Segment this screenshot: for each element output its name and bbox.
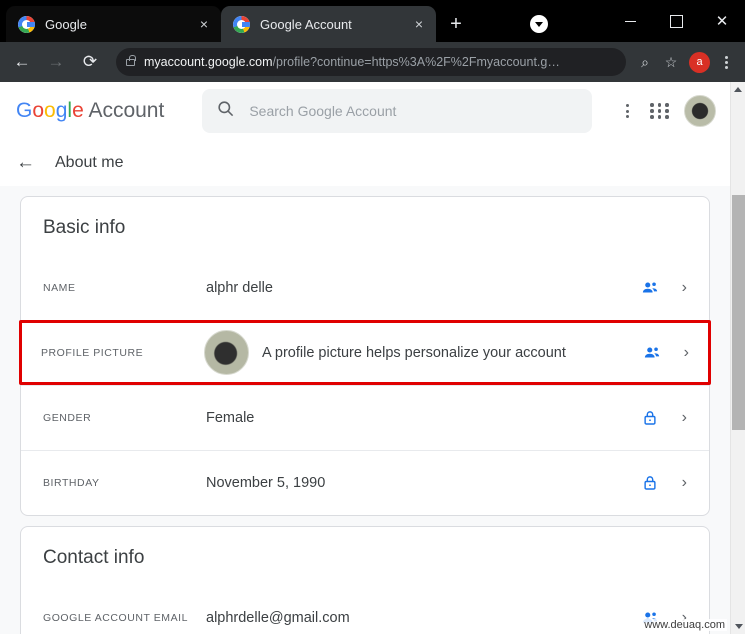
row-value: November 5, 1990: [206, 475, 326, 491]
row-actions: ›: [640, 409, 687, 427]
tab-title: Google Account: [260, 16, 352, 32]
google-apps-icon[interactable]: [650, 103, 670, 119]
logo-letter: o: [44, 99, 56, 122]
people-visibility-icon[interactable]: [642, 344, 662, 362]
basic-info-card: Basic info NAME alphr delle › PROFILE PI…: [19, 196, 711, 516]
scrollbar-thumb[interactable]: [732, 195, 745, 430]
scroll-up-arrow-icon[interactable]: [731, 82, 745, 97]
new-tab-button[interactable]: +: [442, 10, 470, 38]
row-actions: ›: [642, 344, 689, 362]
row-value: alphrdelle@gmail.com: [206, 609, 350, 626]
about-me-bar: ← About me: [0, 140, 730, 186]
google-favicon: [18, 15, 35, 33]
page-title: About me: [55, 154, 124, 171]
google-favicon: [233, 15, 250, 33]
logo-suffix: Account: [83, 99, 165, 122]
row-google-account-email[interactable]: GOOGLE ACCOUNT EMAIL alphrdelle@gmail.co…: [21, 585, 709, 634]
row-actions: ›: [640, 279, 687, 297]
logo-letter: g: [55, 99, 68, 122]
tab-strip: Google × Google Account × + ✕: [0, 0, 745, 42]
omnibox-bar: ← → ⟳ myaccount.google.com /profile?cont…: [0, 42, 745, 82]
forward-button[interactable]: →: [42, 48, 70, 76]
chrome-menu-icon[interactable]: [715, 55, 737, 69]
tab-google-account[interactable]: Google Account ×: [221, 6, 436, 42]
url-path: /profile?continue=https%3A%2F%2Fmyaccoun…: [272, 55, 560, 69]
bookmark-star-icon[interactable]: ☆: [658, 49, 684, 75]
logo-letter: e: [72, 99, 84, 122]
maximize-button[interactable]: [653, 0, 699, 42]
lock-visibility-icon[interactable]: [640, 409, 660, 427]
browser-window: Google × Google Account × + ✕ ← → ⟳ myac…: [0, 0, 745, 634]
google-account-logo[interactable]: Google Account: [16, 99, 164, 123]
row-value: Female: [206, 410, 255, 426]
row-value-wrap: A profile picture helps personalize your…: [204, 330, 642, 375]
search-icon: [216, 99, 235, 123]
tab-google[interactable]: Google ×: [6, 6, 221, 42]
profile-picture-thumbnail[interactable]: [204, 330, 249, 375]
tab-title: Google: [45, 16, 87, 32]
logo-letter: G: [16, 99, 33, 122]
chevron-right-icon[interactable]: ›: [682, 409, 687, 427]
minimize-button[interactable]: [607, 0, 653, 42]
people-visibility-icon[interactable]: [640, 279, 660, 297]
reload-button[interactable]: ⟳: [76, 48, 104, 76]
row-birthday[interactable]: BIRTHDAY November 5, 1990 ›: [21, 450, 709, 515]
row-actions: ›: [640, 474, 687, 492]
row-value: alphr delle: [206, 279, 273, 296]
lock-icon: [126, 54, 136, 66]
url-domain: myaccount.google.com: [144, 55, 273, 69]
lock-visibility-icon[interactable]: [640, 474, 660, 492]
avatar[interactable]: [684, 95, 716, 127]
close-icon[interactable]: ×: [195, 15, 213, 33]
contact-info-title: Contact info: [43, 547, 145, 568]
row-gender[interactable]: GENDER Female ›: [21, 385, 709, 450]
row-label: PROFILE PICTURE: [41, 346, 144, 359]
row-label: BIRTHDAY: [43, 477, 100, 489]
page-content: Basic info NAME alphr delle › PROFILE PI…: [0, 186, 730, 634]
watermark: www.deuaq.com: [642, 619, 727, 631]
tab-search-icon[interactable]: [530, 15, 548, 33]
window-controls: ✕: [607, 0, 745, 42]
address-bar[interactable]: myaccount.google.com /profile?continue=h…: [116, 48, 626, 76]
logo-letter: o: [32, 99, 45, 122]
close-window-button[interactable]: ✕: [699, 0, 745, 42]
page-back-icon[interactable]: ←: [16, 152, 35, 174]
contact-info-card: Contact info GOOGLE ACCOUNT EMAIL alphrd…: [20, 526, 710, 634]
row-name[interactable]: NAME alphr delle ›: [21, 255, 709, 320]
google-account-page: Google Account ← About m: [0, 82, 730, 634]
row-label: GENDER: [43, 412, 92, 424]
scroll-down-arrow-icon[interactable]: [731, 619, 745, 634]
more-options-icon[interactable]: [618, 104, 636, 118]
omnibox-search-icon[interactable]: ⌕: [632, 49, 658, 75]
search-box[interactable]: [202, 89, 593, 133]
basic-info-title: Basic info: [43, 217, 126, 238]
row-value: A profile picture helps personalize your…: [262, 344, 566, 361]
row-label: GOOGLE ACCOUNT EMAIL: [43, 611, 189, 624]
vertical-scrollbar[interactable]: [730, 82, 745, 634]
account-header: Google Account: [0, 82, 730, 140]
search-input[interactable]: [249, 103, 579, 119]
browser-profile-avatar[interactable]: a: [689, 51, 710, 73]
header-actions: [618, 95, 716, 127]
page-viewport: Google Account ← About m: [0, 82, 745, 634]
row-label: NAME: [43, 281, 76, 294]
row-profile-picture[interactable]: PROFILE PICTURE A profile picture helps …: [19, 320, 711, 385]
back-button[interactable]: ←: [8, 48, 36, 76]
chevron-right-icon[interactable]: ›: [684, 344, 689, 362]
chevron-right-icon[interactable]: ›: [682, 279, 687, 297]
chevron-right-icon[interactable]: ›: [682, 474, 687, 492]
close-icon[interactable]: ×: [410, 15, 428, 33]
